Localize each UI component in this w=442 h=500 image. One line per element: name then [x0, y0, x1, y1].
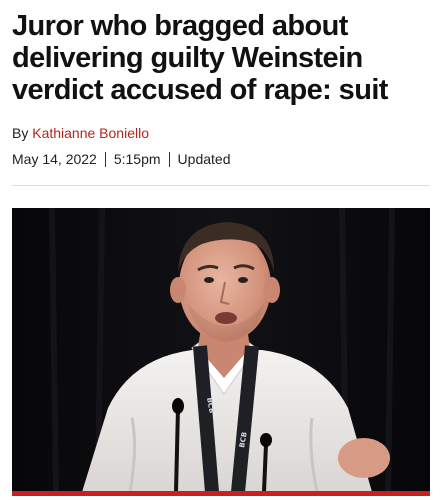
hero-image[interactable]: BCB BCB	[12, 208, 430, 492]
article-meta: May 14, 2022 5:15pm Updated	[12, 150, 230, 168]
article: Juror who bragged about delivering guilt…	[0, 0, 442, 500]
meta-separator	[168, 151, 170, 167]
publish-time: 5:15pm	[113, 151, 161, 167]
updated-label: Updated	[177, 151, 231, 167]
meta-separator	[104, 151, 106, 167]
byline-prefix: By	[12, 125, 33, 141]
accent-bar	[12, 491, 430, 496]
hero-photo: BCB BCB	[12, 208, 430, 492]
byline: By Kathianne Boniello	[12, 124, 149, 142]
author-link[interactable]: Kathianne Boniello	[32, 125, 149, 141]
headline: Juror who bragged about delivering guilt…	[12, 10, 388, 106]
divider	[12, 185, 430, 186]
publish-date: May 14, 2022	[12, 151, 97, 167]
